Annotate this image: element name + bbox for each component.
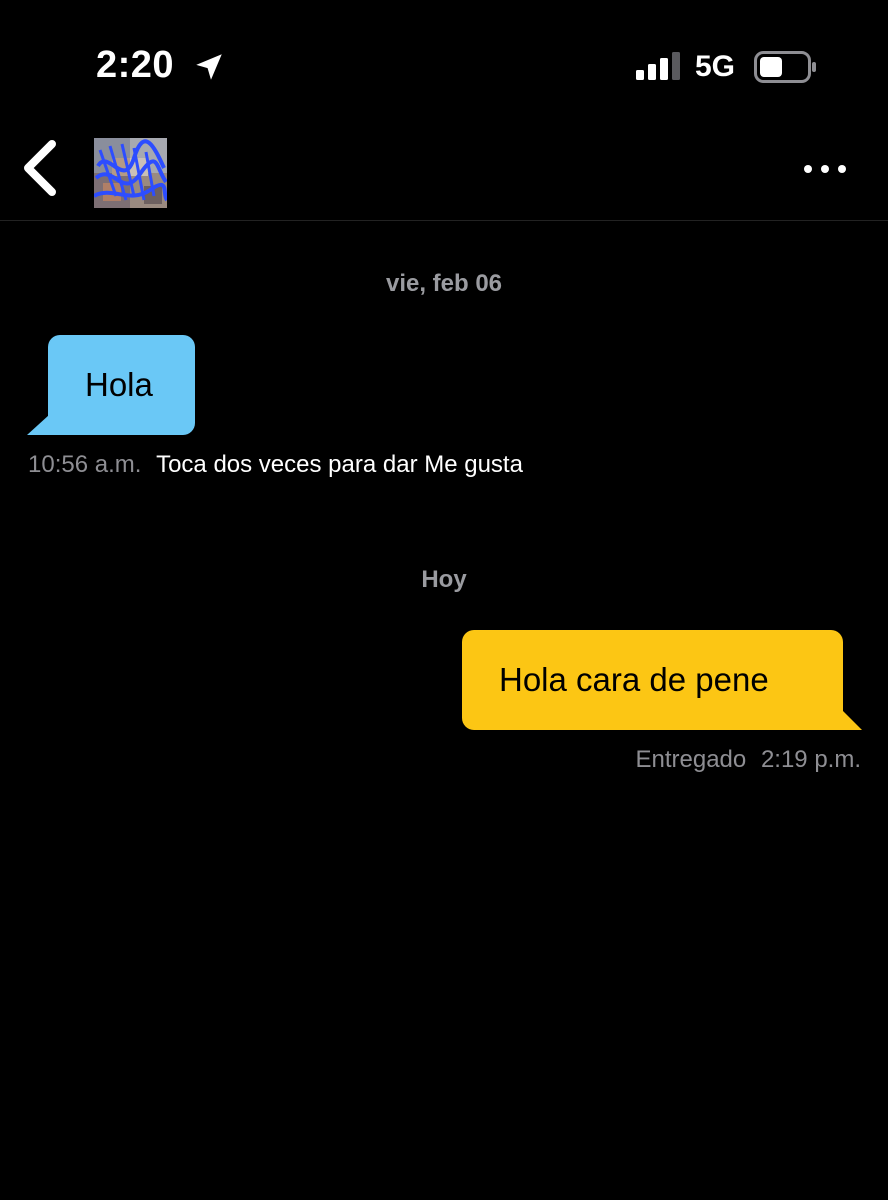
date-divider: Hoy <box>421 566 467 593</box>
avatar-image <box>94 138 167 208</box>
battery-icon <box>754 51 816 83</box>
chevron-left-icon[interactable] <box>18 138 62 198</box>
incoming-message-bubble[interactable]: Hola <box>48 335 195 435</box>
message-text: Hola cara de pene <box>499 661 769 698</box>
ellipsis-icon[interactable] <box>800 154 850 184</box>
bubble-tail-icon <box>27 415 49 435</box>
incoming-message-meta: 10:56 a.m. Toca dos veces para dar Me gu… <box>28 451 523 479</box>
like-hint: Toca dos veces para dar Me gusta <box>156 451 523 478</box>
message-time: 2:19 p.m. <box>760 746 861 773</box>
cellular-signal-icon <box>636 52 680 80</box>
network-label: 5G <box>695 50 736 83</box>
message-time: 10:56 a.m. <box>28 451 142 478</box>
avatar[interactable] <box>94 138 167 208</box>
bubble-tail-icon <box>842 710 862 730</box>
delivery-status: Entregado <box>635 746 747 773</box>
location-arrow-icon <box>196 54 222 80</box>
status-bar: 2:20 5G <box>0 0 888 110</box>
date-divider: vie, feb 06 <box>385 270 503 297</box>
status-time: 2:20 <box>96 44 175 86</box>
chat-header <box>0 110 888 221</box>
outgoing-message-meta: Entregado 2:19 p.m. <box>636 746 862 774</box>
outgoing-message-bubble[interactable]: Hola cara de pene <box>462 630 843 730</box>
message-text: Hola <box>85 366 153 403</box>
